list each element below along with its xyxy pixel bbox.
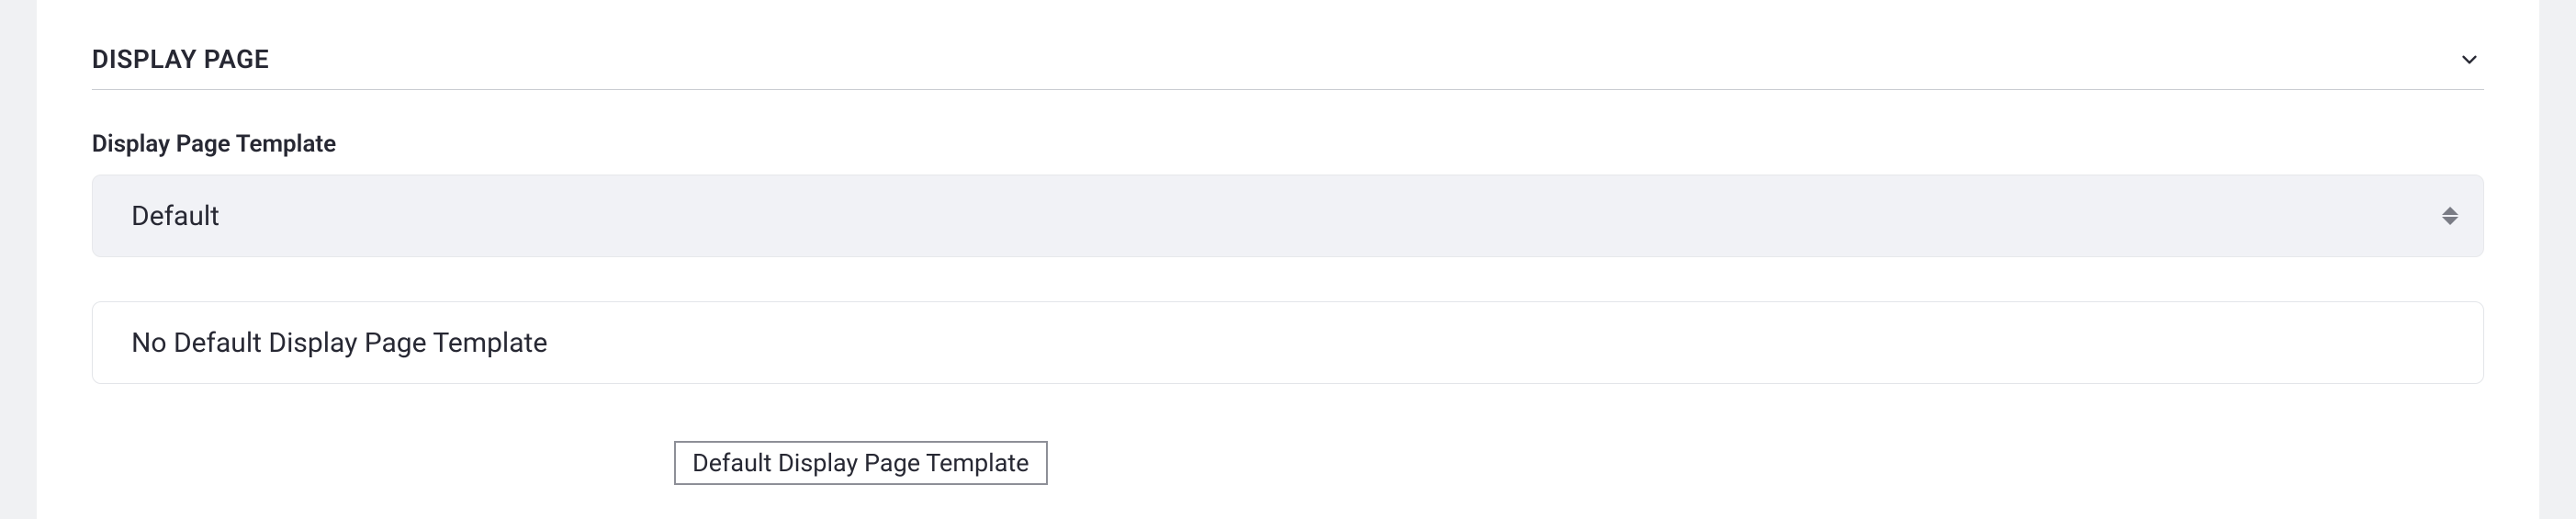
display-page-template-select[interactable]: Default xyxy=(92,175,2484,257)
display-page-template-select-wrap: Default xyxy=(92,175,2484,257)
no-default-template-info: No Default Display Page Template xyxy=(92,301,2484,384)
section-header[interactable]: DISPLAY PAGE xyxy=(92,44,2484,90)
section-title: DISPLAY PAGE xyxy=(92,44,269,74)
page-background: DISPLAY PAGE Display Page Template Defau… xyxy=(0,0,2576,519)
display-page-template-selected-value: Default xyxy=(131,200,219,232)
no-default-template-text: No Default Display Page Template xyxy=(131,327,547,359)
default-template-tooltip: Default Display Page Template xyxy=(674,441,1048,485)
chevron-down-icon[interactable] xyxy=(2455,45,2484,74)
display-page-panel: DISPLAY PAGE Display Page Template Defau… xyxy=(37,0,2539,519)
default-template-tooltip-text: Default Display Page Template xyxy=(692,448,1029,478)
display-page-template-label: Display Page Template xyxy=(92,130,2484,158)
